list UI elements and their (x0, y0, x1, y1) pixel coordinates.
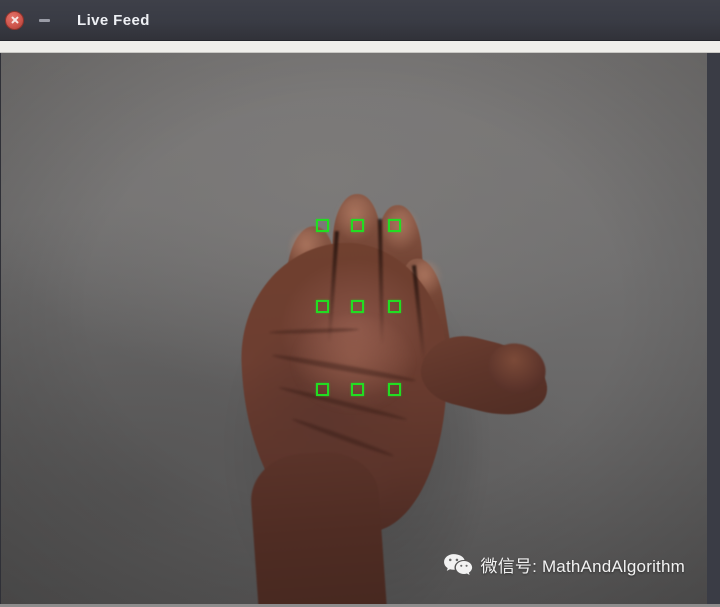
window-title: Live Feed (77, 11, 150, 29)
detection-marker (350, 299, 364, 313)
detection-marker (387, 218, 401, 232)
minimize-icon[interactable] (35, 11, 55, 29)
detection-marker (387, 382, 401, 396)
detection-marker (350, 218, 364, 232)
wrist (248, 448, 388, 607)
detection-marker (315, 299, 329, 313)
window-frame-right (707, 53, 720, 607)
detection-marker (387, 299, 401, 313)
window-titlebar[interactable]: Live Feed (0, 0, 720, 41)
window-frame-left (0, 53, 1, 607)
live-feed-window: Live Feed 微信号: MathAndAlgorithm (0, 0, 720, 607)
detection-marker (315, 382, 329, 396)
video-feed-canvas[interactable]: 微信号: MathAndAlgorithm (1, 53, 707, 607)
close-icon[interactable] (5, 10, 24, 30)
detection-marker (315, 218, 329, 232)
detection-marker (350, 382, 364, 396)
hand-subject (1, 53, 707, 607)
toolbar-strip (0, 41, 720, 53)
